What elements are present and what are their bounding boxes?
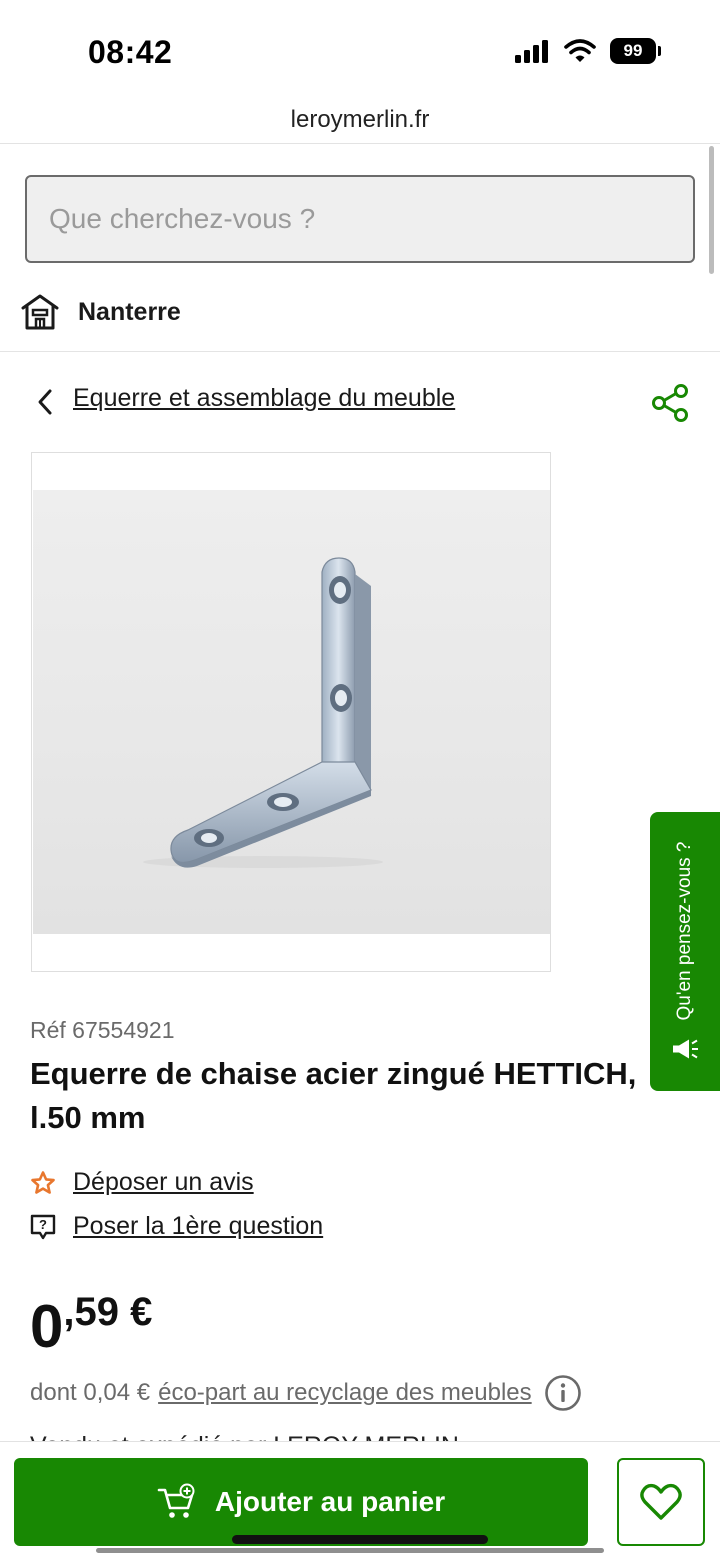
price-integer: 0 (30, 1293, 64, 1360)
feedback-tab-content: Qu'en pensez-vous ? (672, 842, 698, 1063)
product-reference: Réf 67554921 (30, 1017, 175, 1043)
heart-icon (640, 1483, 682, 1520)
add-to-cart-button[interactable]: Ajouter au panier (14, 1458, 588, 1546)
chevron-left-icon[interactable] (32, 386, 58, 418)
status-icons: 99 (514, 38, 661, 64)
question-icon: ? (30, 1214, 56, 1239)
product-price: 0,59 € (30, 1290, 152, 1361)
home-indicator (232, 1535, 488, 1544)
megaphone-icon (673, 1039, 698, 1059)
share-icon[interactable] (650, 383, 690, 423)
ecopart-link[interactable]: éco-part au recyclage des meubles (158, 1379, 532, 1407)
horizontal-scrollbar (96, 1548, 604, 1553)
cart-add-icon (157, 1483, 195, 1518)
add-to-cart-label: Ajouter au panier (214, 1486, 446, 1517)
page-scrollbar[interactable] (709, 146, 714, 274)
ecopart-row: dont 0,04 € éco-part au recyclage des me… (30, 1374, 582, 1412)
search-box[interactable] (25, 175, 695, 263)
breadcrumb-link[interactable]: Equerre et assemblage du meuble (73, 384, 455, 413)
wishlist-button[interactable] (617, 1458, 705, 1546)
info-icon[interactable] (544, 1374, 582, 1412)
product-image[interactable] (31, 452, 551, 972)
question-link[interactable]: Poser la 1ère question (73, 1212, 323, 1241)
product-title: Equerre de chaise acier zingué HETTICH, … (30, 1056, 637, 1135)
search-input[interactable] (27, 177, 693, 261)
bracket-illustration (143, 557, 383, 868)
feedback-tab[interactable]: Qu'en pensez-vous ? (650, 812, 720, 1091)
question-action[interactable]: ? Poser la 1ère question (30, 1212, 323, 1241)
url-text: leroymerlin.fr (290, 106, 430, 133)
wifi-icon (564, 39, 596, 62)
signal-icon (515, 40, 548, 63)
ecopart-prefix: dont 0,04 € (30, 1379, 151, 1406)
star-icon (31, 1170, 55, 1194)
store-selector[interactable]: Nanterre (20, 293, 181, 331)
review-link[interactable]: Déposer un avis (73, 1168, 254, 1197)
status-time: 08:42 (88, 34, 173, 70)
product-photo (33, 490, 550, 934)
battery-indicator: 99 (610, 38, 661, 64)
store-name: Nanterre (78, 297, 181, 326)
svg-text:?: ? (39, 1217, 47, 1232)
price-decimal: ,59 € (63, 1290, 153, 1334)
header-divider (0, 351, 720, 352)
status-bar: 08:42 99 (0, 0, 720, 100)
store-icon (21, 294, 59, 330)
feedback-tab-label: Qu'en pensez-vous ? (674, 841, 695, 1021)
review-action[interactable]: Déposer un avis (30, 1168, 254, 1197)
browser-url-bar[interactable]: leroymerlin.fr (0, 100, 720, 144)
